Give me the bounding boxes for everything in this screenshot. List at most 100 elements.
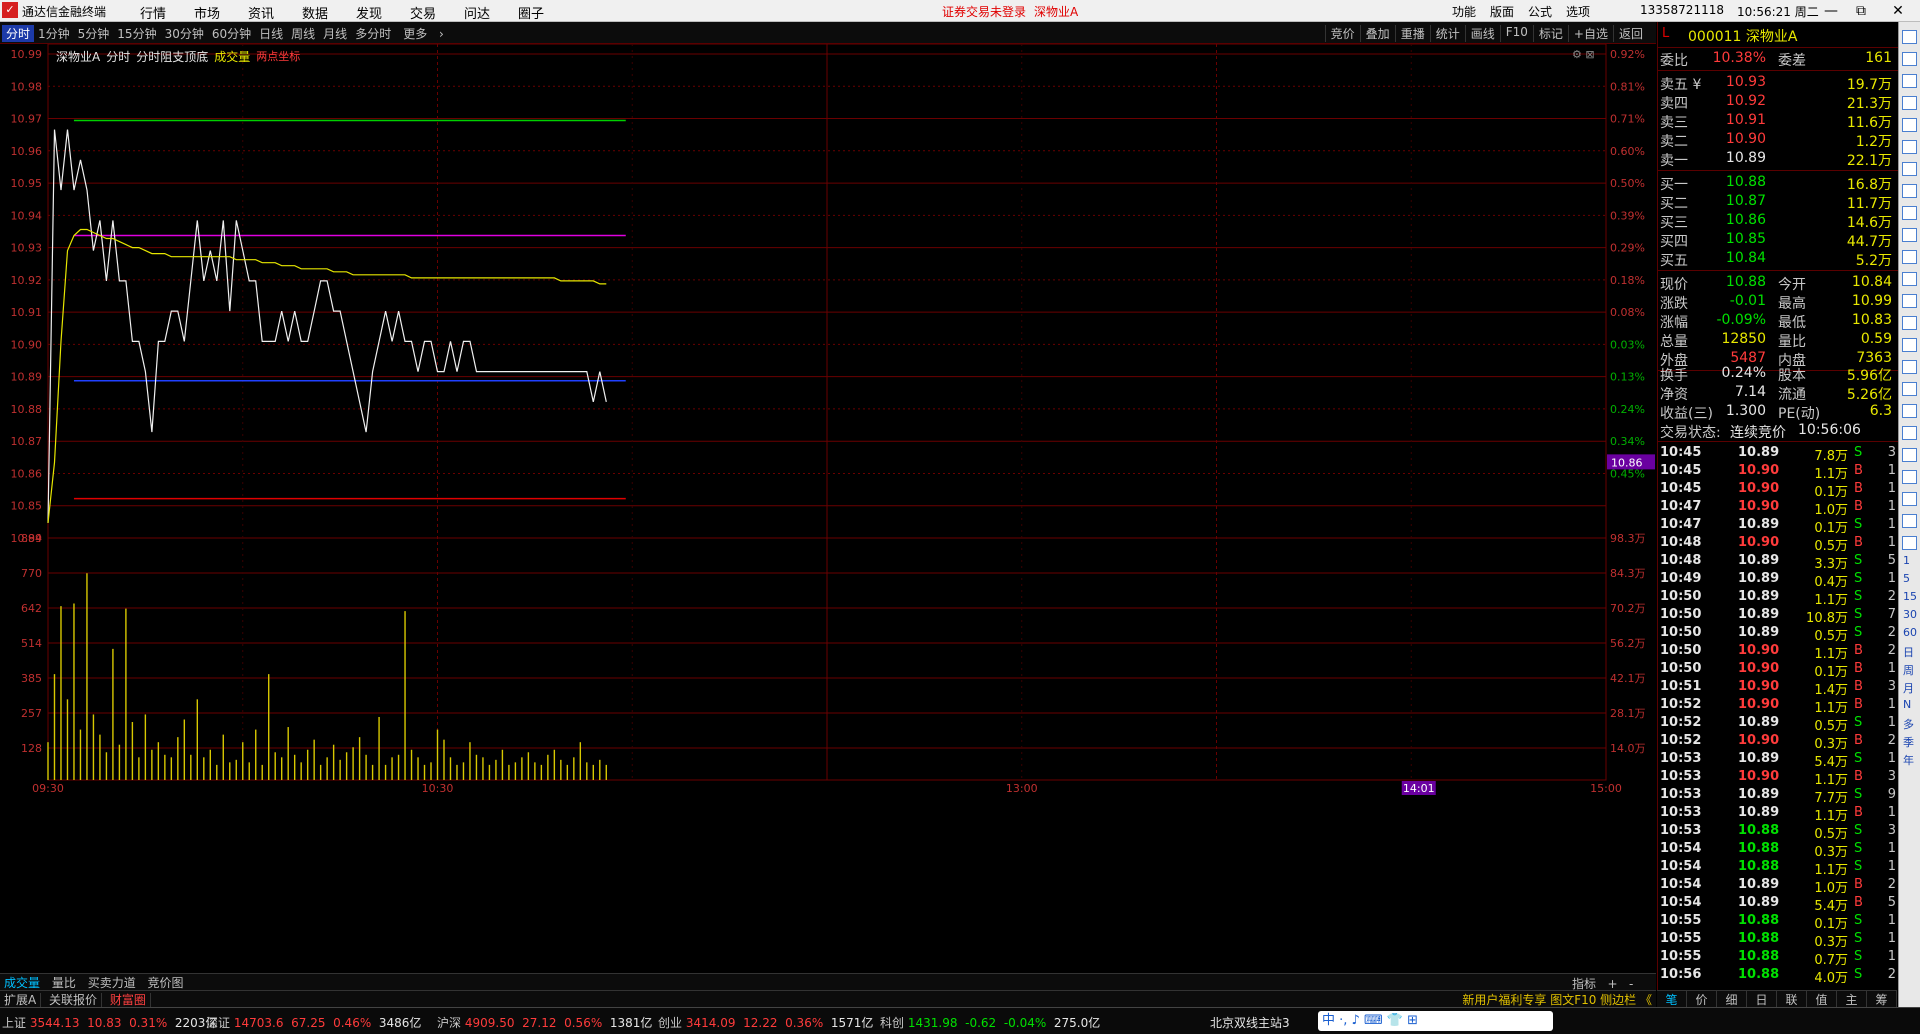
menu-layout[interactable]: 版面: [1490, 3, 1514, 20]
tick-row[interactable]: 10:47 10.89 0.1万 S 1: [1658, 517, 1898, 536]
tab-value[interactable]: 值: [1807, 991, 1837, 1007]
close-icon[interactable]: ⊠: [1585, 48, 1594, 61]
tab-30min[interactable]: 30分钟: [161, 25, 208, 42]
sidebar-period-1[interactable]: 5: [1903, 572, 1910, 585]
tick-row[interactable]: 10:53 10.89 5.4万 S 1: [1658, 751, 1898, 770]
index-item[interactable]: 创业 3414.09 12.22 0.36% 1571亿: [658, 1014, 873, 1031]
menu-market[interactable]: 市场: [180, 3, 234, 22]
tab-60min[interactable]: 60分钟: [208, 25, 255, 42]
tick-row[interactable]: 10:54 10.88 1.1万 S 1: [1658, 859, 1898, 878]
sidebar-period-6[interactable]: 周: [1903, 662, 1914, 678]
sidebar-period-10[interactable]: 季: [1903, 734, 1914, 750]
tab-daily[interactable]: 日线: [255, 25, 287, 42]
tab-auction-chart[interactable]: 竞价图: [144, 976, 188, 990]
menu-market-quotes[interactable]: 行情: [126, 3, 180, 22]
tick-row[interactable]: 10:50 10.89 0.5万 S 2: [1658, 625, 1898, 644]
tab-volume-ratio[interactable]: 量比: [48, 976, 80, 990]
tick-row[interactable]: 10:56 10.88 4.0万 S 2: [1658, 967, 1898, 986]
tick-row[interactable]: 10:55 10.88 0.3万 S 1: [1658, 931, 1898, 950]
tick-row[interactable]: 10:54 10.89 5.4万 B 5: [1658, 895, 1898, 914]
replay-button[interactable]: 重播: [1394, 25, 1430, 42]
sidebar-period-11[interactable]: 年: [1903, 752, 1914, 768]
tab-buy-sell-force[interactable]: 买卖力道: [84, 976, 140, 990]
mark-button[interactable]: 标记: [1532, 25, 1568, 42]
bid-row[interactable]: 买四 10.85 44.7万: [1658, 231, 1898, 250]
add-watchlist-button[interactable]: +自选: [1567, 25, 1613, 42]
menu-data[interactable]: 数据: [288, 3, 342, 22]
sidebar-period-4[interactable]: 60: [1903, 626, 1917, 639]
percent-icon[interactable]: [1902, 470, 1917, 484]
up-arrow-icon[interactable]: [1902, 52, 1917, 66]
wave-icon[interactable]: [1902, 426, 1917, 440]
index-item[interactable]: 上证 3544.13 10.83 0.31% 2203亿: [2, 1014, 217, 1031]
legend-indicator[interactable]: 分时阻支顶底: [136, 48, 208, 65]
tick-row[interactable]: 10:50 10.89 1.1万 S 2: [1658, 589, 1898, 608]
sidebar-period-3[interactable]: 30: [1903, 608, 1917, 621]
bid-row[interactable]: 买五 10.84 5.2万: [1658, 250, 1898, 269]
chart-canvas[interactable]: 10.99 10.98 10.97 10.96 10.95 10.94 10.93 10.92…: [0, 44, 1656, 973]
bid-row[interactable]: 买一 10.88 16.8万: [1658, 174, 1898, 193]
menu-ask[interactable]: 问达: [450, 3, 504, 22]
close-button[interactable]: ✕: [1884, 1, 1912, 21]
bookmark-icon[interactable]: [1902, 338, 1917, 352]
tick-row[interactable]: 10:51 10.90 1.4万 B 3: [1658, 679, 1898, 698]
tick-row[interactable]: 10:55 10.88 0.7万 S 1: [1658, 949, 1898, 968]
tick-row[interactable]: 10:53 10.88 0.5万 S 3: [1658, 823, 1898, 842]
sidebar-period-9[interactable]: 多: [1903, 716, 1914, 732]
table-icon[interactable]: [1902, 140, 1917, 154]
monitor-icon[interactable]: [1902, 514, 1917, 528]
list-icon[interactable]: [1902, 184, 1917, 198]
tick-row[interactable]: 10:50 10.90 0.1万 B 1: [1658, 661, 1898, 680]
index-item[interactable]: 深证 14703.6 67.25 0.46% 3486亿: [206, 1014, 421, 1031]
tick-row[interactable]: 10:50 10.90 1.1万 B 2: [1658, 643, 1898, 662]
tab-chips[interactable]: 筹: [1867, 991, 1897, 1007]
up-arrow-icon[interactable]: [1902, 30, 1917, 44]
down-arrow-icon[interactable]: [1902, 96, 1917, 110]
draw-button[interactable]: 画线: [1464, 25, 1500, 42]
tab-related-quotes[interactable]: 关联报价: [45, 993, 103, 1007]
tab-wealth-circle[interactable]: 财富圈: [105, 993, 151, 1007]
menu-circle[interactable]: 圈子: [504, 3, 558, 22]
auction-button[interactable]: 竞价: [1324, 25, 1360, 42]
tab-detail[interactable]: 细: [1717, 991, 1747, 1007]
tab-monthly[interactable]: 月线: [319, 25, 351, 42]
legend-extra[interactable]: 两点坐标: [256, 48, 300, 65]
menu-options[interactable]: 选项: [1566, 3, 1590, 20]
tab-5min[interactable]: 5分钟: [74, 25, 114, 42]
tick-row[interactable]: 10:45 10.90 1.1万 B 1: [1658, 463, 1898, 482]
tab-weekly[interactable]: 周线: [287, 25, 319, 42]
menu-trade[interactable]: 交易: [396, 3, 450, 22]
ask-row[interactable]: 卖五 ¥ 10.93 19.7万: [1658, 74, 1898, 93]
tab-ticks[interactable]: 笔: [1657, 991, 1687, 1007]
tick-row[interactable]: 10:53 10.89 7.7万 S 9: [1658, 787, 1898, 806]
tick-row[interactable]: 10:53 10.90 1.1万 B 3: [1658, 769, 1898, 788]
stats-button[interactable]: 统计: [1429, 25, 1465, 42]
tab-multi-intraday[interactable]: 多分时: [351, 25, 395, 42]
tab-link[interactable]: 联: [1777, 991, 1807, 1007]
tick-row[interactable]: 10:47 10.90 1.0万 B 1: [1658, 499, 1898, 518]
menu-discover[interactable]: 发现: [342, 3, 396, 22]
tick-row[interactable]: 10:52 10.90 1.1万 B 1: [1658, 697, 1898, 716]
ime-toolbar[interactable]: 中 ·, ♪ ⌨ 👕 ⊞: [1318, 1011, 1553, 1031]
tick-row[interactable]: 10:52 10.90 0.3万 B 2: [1658, 733, 1898, 752]
tick-row[interactable]: 10:54 10.88 0.3万 S 1: [1658, 841, 1898, 860]
tab-1min[interactable]: 1分钟: [34, 25, 74, 42]
document-icon[interactable]: [1902, 228, 1917, 242]
ask-row[interactable]: 卖四 10.92 21.3万: [1658, 93, 1898, 112]
tab-15min[interactable]: 15分钟: [113, 25, 160, 42]
tick-row[interactable]: 10:45 10.90 0.1万 B 1: [1658, 481, 1898, 500]
tick-row[interactable]: 10:54 10.89 1.0万 B 2: [1658, 877, 1898, 896]
login-notice[interactable]: 证券交易未登录 深物业A: [942, 3, 1086, 20]
tick-row[interactable]: 10:52 10.89 0.5万 S 1: [1658, 715, 1898, 734]
tick-row[interactable]: 10:45 10.89 7.8万 S 3: [1658, 445, 1898, 464]
pencil-icon[interactable]: [1902, 492, 1917, 506]
promo-sidebar-link[interactable]: 新用户福利专享 图文F10 侧边栏 《: [1462, 991, 1652, 1008]
tick-row[interactable]: 10:48 10.90 0.5万 B 1: [1658, 535, 1898, 554]
f10-button[interactable]: F10: [1499, 25, 1533, 42]
list-icon[interactable]: [1902, 250, 1917, 264]
down-arrow-icon[interactable]: [1902, 74, 1917, 88]
tab-main[interactable]: 主: [1837, 991, 1867, 1007]
tick-row[interactable]: 10:50 10.89 10.8万 S 7: [1658, 607, 1898, 626]
tab-more[interactable]: 更多 ›: [395, 25, 452, 42]
server-name[interactable]: 北京双线主站3: [1210, 1014, 1290, 1031]
